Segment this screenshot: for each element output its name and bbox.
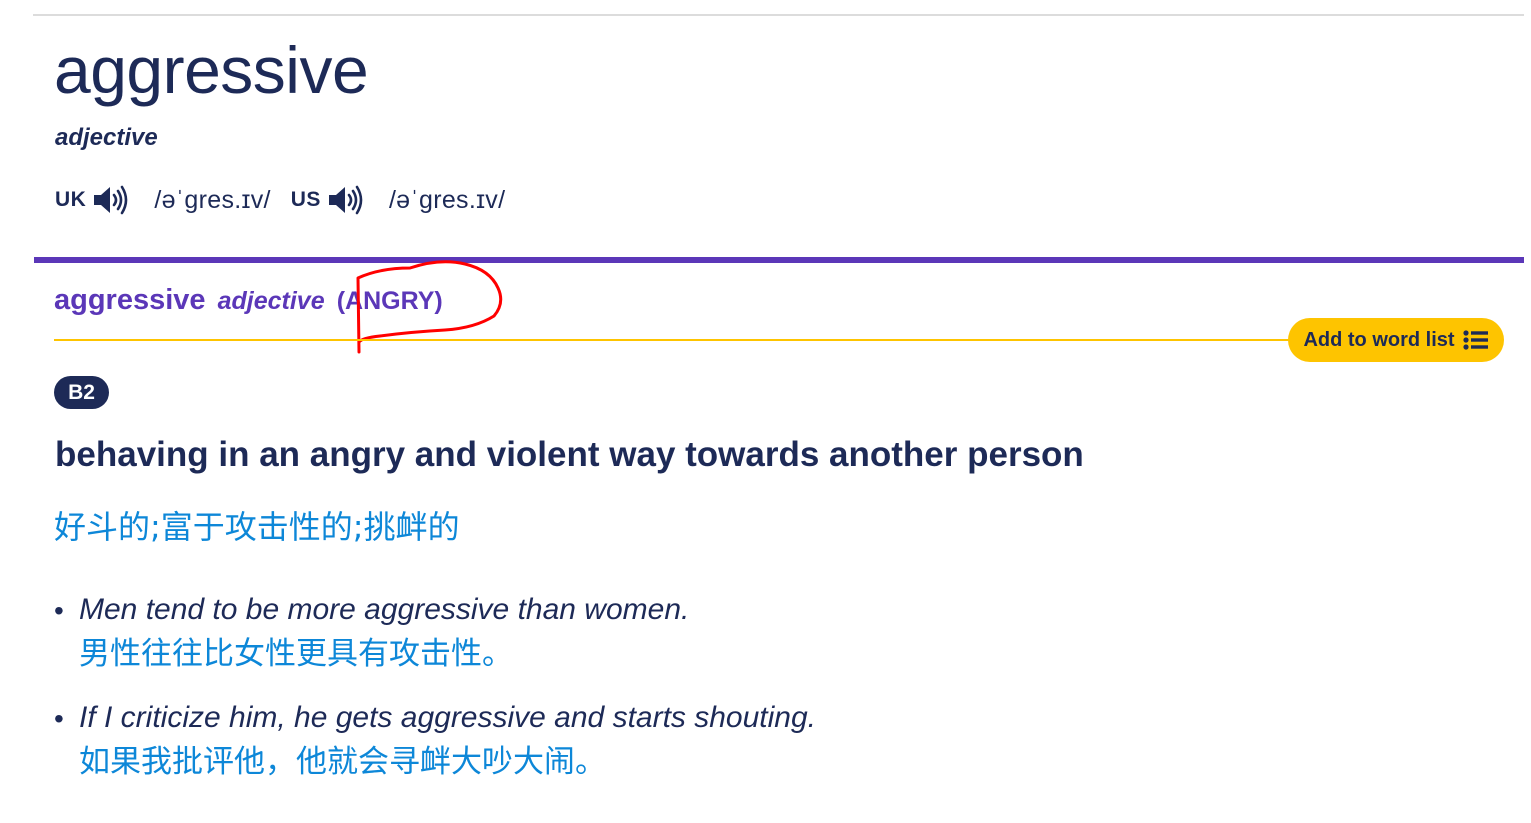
example-translation: 如果我批评他，他就会寻衅大吵大闹。 [79, 744, 606, 780]
sense-header-bar [34, 257, 1524, 263]
sense-headword: aggressive [54, 284, 206, 316]
definition: behaving in an angry and violent way tow… [55, 435, 1084, 474]
headword: aggressive [54, 33, 369, 107]
example-item: • If I criticize him, he gets aggressive… [54, 696, 816, 784]
sense-guideword: (ANGRY) [336, 287, 443, 315]
add-to-word-list-button[interactable]: Add to word list [1288, 318, 1504, 362]
example-list: • Men tend to be more aggressive than wo… [54, 588, 816, 804]
dictionary-page: aggressive adjective UK /əˈgres.ɪv/ US /… [0, 0, 1531, 823]
ipa-us: /əˈgres.ɪv/ [388, 185, 506, 214]
example-translation: 男性往往比女性更具有攻击性。 [79, 636, 513, 672]
example-sentence: Men tend to be more aggressive than wome… [79, 593, 690, 626]
uk-audio-button[interactable] [92, 183, 132, 217]
part-of-speech: adjective [55, 124, 158, 151]
sense-part-of-speech: adjective [217, 287, 325, 315]
sense-divider [54, 339, 1304, 341]
region-label-uk: UK [55, 188, 87, 211]
speaker-icon [94, 185, 128, 215]
example-sentence: If I criticize him, he gets aggressive a… [79, 701, 817, 734]
bullet: • [54, 703, 64, 734]
pronunciation-row: UK /əˈgres.ɪv/ US /əˈgres.ɪv/ [55, 180, 525, 220]
speaker-icon [328, 185, 363, 215]
definition-translation: 好斗的;富于攻击性的;挑衅的 [54, 508, 460, 546]
example-item: • Men tend to be more aggressive than wo… [54, 588, 816, 676]
region-label-us: US [290, 188, 321, 211]
bullet: • [54, 595, 64, 626]
sense-title: aggressive adjective (ANGRY) [54, 282, 443, 319]
top-divider [33, 14, 1524, 16]
add-to-word-list-label: Add to word list [1303, 328, 1455, 351]
us-audio-button[interactable] [327, 183, 367, 217]
level-badge: B2 [54, 376, 109, 409]
ipa-uk: /əˈgres.ɪv/ [154, 185, 271, 214]
list-icon [1462, 330, 1488, 350]
